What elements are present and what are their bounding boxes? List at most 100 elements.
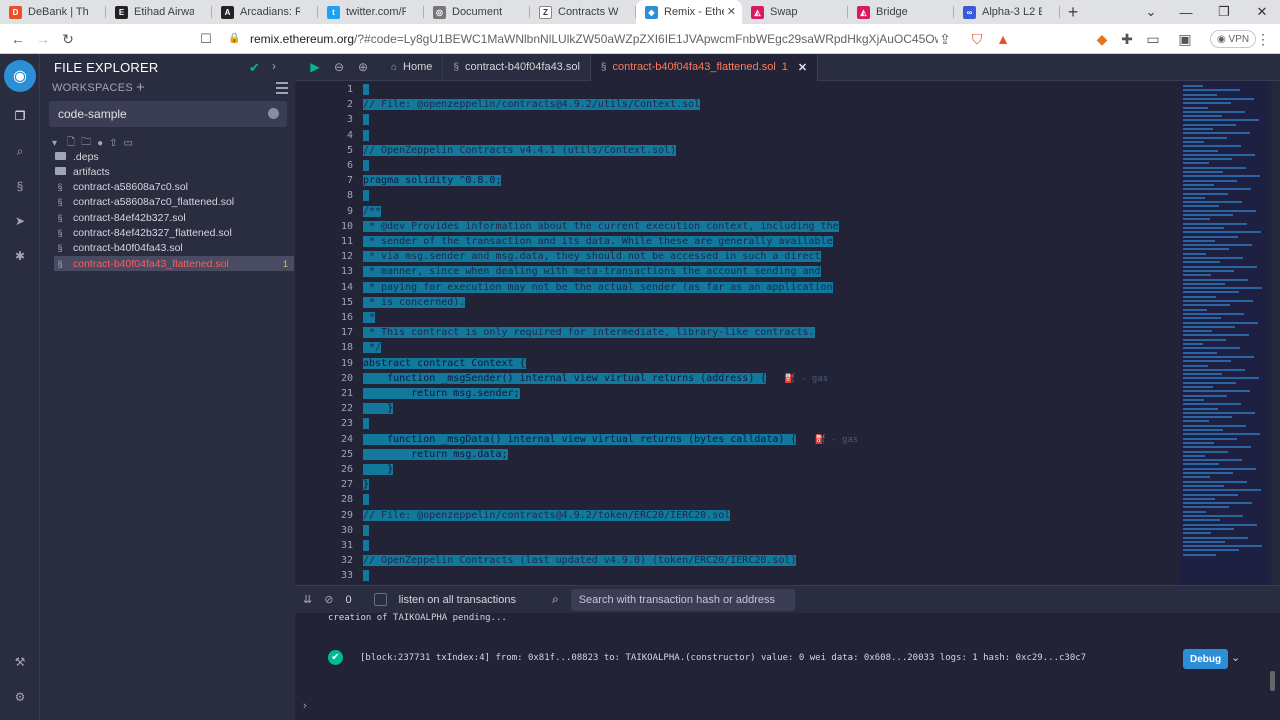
code-line[interactable] [363, 158, 370, 173]
code-line[interactable] [363, 112, 370, 127]
sidebar-icon[interactable]: ▭ [1140, 26, 1166, 52]
code-line[interactable]: * [363, 310, 376, 325]
github-icon[interactable]: ● [97, 138, 103, 149]
browser-tab[interactable]: Z Contracts Wizard [530, 0, 636, 24]
code-line[interactable]: */ [363, 340, 382, 355]
code-line[interactable]: * via msg.sender and msg.data, they shou… [363, 249, 821, 264]
code-line[interactable]: /** [363, 204, 382, 219]
code-line[interactable]: * is concerned). [363, 295, 466, 310]
collapse-tree-icon[interactable]: ▾ [52, 138, 57, 149]
browser-menu-icon[interactable]: ⋮ [1250, 26, 1276, 52]
code-line[interactable] [363, 538, 370, 553]
code-line[interactable]: return msg.data; [363, 447, 508, 462]
tree-file[interactable]: § contract-b40f04fa43.sol [54, 241, 294, 256]
close-tab-icon[interactable]: ✕ [798, 61, 807, 74]
listen-checkbox[interactable] [373, 593, 387, 606]
new-tab-button[interactable]: + [1060, 0, 1086, 24]
import-icon[interactable]: ▭ [124, 138, 133, 149]
tab-search-icon[interactable]: ⌄ [1133, 0, 1169, 24]
minimap[interactable] [1179, 81, 1269, 585]
workspace-select[interactable]: code-sample [49, 101, 287, 127]
code-line[interactable]: } [363, 477, 370, 492]
minimize-button[interactable]: — [1168, 0, 1204, 24]
expand-log-icon[interactable]: ⌄ [1231, 651, 1240, 664]
forward-button[interactable]: → [30, 26, 56, 52]
code-line[interactable]: abstract contract Context { [363, 356, 526, 371]
bookmark-icon[interactable]: ☐ [193, 26, 219, 52]
browser-tab[interactable]: ◎ Document [424, 0, 530, 24]
code-line[interactable]: // OpenZeppelin Contracts v4.4.1 (utils/… [363, 143, 677, 158]
metamask-icon[interactable]: ◆ [1089, 26, 1115, 52]
editor-scrollbar[interactable] [1272, 81, 1280, 585]
code-line[interactable]: } [363, 462, 394, 477]
search-icon[interactable]: ⌕ [10, 141, 30, 161]
browser-tab[interactable]: ◭ Bridge [848, 0, 954, 24]
clear-terminal-icon[interactable]: ⊘ [324, 593, 333, 606]
code-line[interactable]: function _msgData() internal view virtua… [363, 432, 858, 447]
code-line[interactable]: } [363, 401, 394, 416]
code-line[interactable] [363, 492, 370, 507]
tx-search-input[interactable] [570, 588, 795, 611]
code-line[interactable]: * paying for execution may not be the ac… [363, 280, 833, 295]
code-area[interactable]: // File: @openzeppelin/contracts@4.9.2/u… [363, 81, 1175, 585]
code-line[interactable] [363, 523, 370, 538]
tree-folder[interactable]: .deps [54, 149, 294, 164]
deploy-run-icon[interactable]: ➤ [10, 211, 30, 231]
code-line[interactable]: * @dev Provides information about the cu… [363, 219, 839, 234]
code-line[interactable]: // File: @openzeppelin/contracts@4.9.2/u… [363, 97, 701, 112]
extensions-icon[interactable]: ✚ [1114, 26, 1140, 52]
browser-tab[interactable]: A Arcadians: Reload [212, 0, 318, 24]
share-icon[interactable]: ⇪ [932, 26, 958, 52]
tree-file[interactable]: § contract-84ef42b327.sol [54, 210, 294, 225]
upload-icon[interactable]: ⇧ [109, 138, 117, 149]
browser-tab[interactable]: ◆ Remix - Ether✕ [636, 0, 742, 24]
browser-tab[interactable]: E Etihad Airways NFT [106, 0, 212, 24]
tree-file[interactable]: § contract-b40f04fa43_flattened.sol 1 [54, 256, 294, 272]
code-line[interactable]: * sender of the transaction and its data… [363, 234, 833, 249]
settings-gear-icon[interactable]: ⚙ [10, 687, 30, 707]
editor-tab[interactable]: § contract-b40f04fa43_flattened.sol 1 ✕ [590, 53, 819, 81]
close-tab-icon[interactable]: ✕ [727, 5, 736, 18]
solidity-compiler-icon[interactable]: § [10, 176, 30, 196]
zoom-out-icon[interactable]: ⊖ [327, 55, 351, 79]
browser-tab[interactable]: ◭ Swap [742, 0, 848, 24]
back-button[interactable]: ← [5, 26, 31, 52]
code-line[interactable]: * manner, since when dealing with meta-t… [363, 264, 821, 279]
debug-button[interactable]: Debug [1183, 649, 1229, 669]
wallet-icon[interactable]: ▣ [1172, 26, 1198, 52]
code-line[interactable]: pragma solidity ^0.8.0; [363, 173, 502, 188]
code-line[interactable] [363, 188, 370, 203]
zoom-in-icon[interactable]: ⊕ [351, 55, 375, 79]
code-line[interactable] [363, 82, 370, 97]
add-workspace-icon[interactable]: + [136, 79, 145, 96]
plugin-manager-icon[interactable]: ⚒ [10, 652, 30, 672]
code-line[interactable]: * This contract is only required for int… [363, 325, 815, 340]
browser-tab[interactable]: D DeBank | The Web [0, 0, 106, 24]
reload-button[interactable]: ↻ [55, 26, 81, 52]
transaction-log[interactable]: [block:237731 txIndex:4] from: 0x81f...0… [360, 653, 1086, 663]
editor-tab[interactable]: ⌂ Home [381, 53, 444, 81]
code-line[interactable]: return msg.sender; [363, 386, 520, 401]
code-editor[interactable]: 1 2 3 4 5 6 7 8 9 10 11 12 13 14 15 16 17 18 19 20 21 22 23 24 2… [295, 81, 1280, 585]
tree-folder[interactable]: artifacts [54, 164, 294, 179]
remix-logo-icon[interactable]: ◉ [4, 60, 36, 92]
debugger-icon[interactable]: ✱ [10, 246, 30, 266]
browser-tab[interactable]: ∞ Alpha-3 L2 Explor [954, 0, 1060, 24]
close-window-button[interactable]: ✕ [1244, 0, 1280, 24]
code-line[interactable]: // File: @openzeppelin/contracts@4.9.2/t… [363, 508, 731, 523]
code-line[interactable] [363, 568, 370, 583]
code-line[interactable]: // OpenZeppelin Contracts (last updated … [363, 553, 797, 568]
tree-file[interactable]: § contract-84ef42b327_flattened.sol [54, 226, 294, 241]
address-bar[interactable]: 🔒 remix.ethereum.org/?#code=Ly8gU1BEWC1M… [228, 27, 938, 51]
run-script-icon[interactable]: ▶ [303, 55, 327, 79]
terminal-scrollbar[interactable] [1270, 671, 1275, 691]
collapse-panel-icon[interactable]: › [272, 59, 276, 73]
browser-tab[interactable]: t twitter.com/Pinna [318, 0, 424, 24]
tree-file[interactable]: § contract-a58608a7c0_flattened.sol [54, 195, 294, 210]
workspace-menu-icon[interactable] [276, 82, 288, 97]
code-line[interactable] [363, 128, 370, 143]
code-line[interactable]: function _msgSender() internal view virt… [363, 371, 828, 386]
code-line[interactable] [363, 416, 370, 431]
brave-shield-icon[interactable]: ⛉ [964, 26, 990, 52]
terminal-prompt[interactable]: › [303, 700, 307, 712]
